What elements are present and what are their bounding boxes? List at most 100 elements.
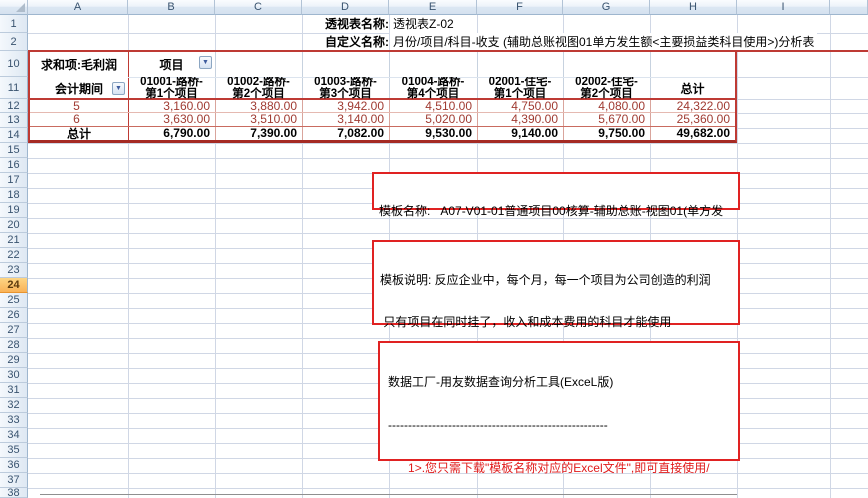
row-header-22[interactable]: 22 <box>0 248 28 263</box>
header-line: 第3个项目 <box>319 88 371 99</box>
pivot-grand-total-header[interactable]: 总计 <box>650 77 735 99</box>
row-header-35[interactable]: 35 <box>0 443 28 458</box>
row-header-16[interactable]: 16 <box>0 158 28 173</box>
row-header-10[interactable]: 10 <box>0 51 28 77</box>
column-header-d[interactable]: D <box>302 0 389 15</box>
row-header-2[interactable]: 2 <box>0 33 28 51</box>
template-name-textbox[interactable]: 模板名称: A07-V01-01普通项目00核算-辅助总账-视图01(单方发 生… <box>372 172 740 210</box>
value-cell[interactable]: 5,020.00 <box>389 112 477 126</box>
pivot-col-header[interactable]: 01003-路桥-第3个项目 <box>302 77 389 99</box>
row-header-25[interactable]: 25 <box>0 293 28 308</box>
row-total-cell[interactable]: 25,360.00 <box>650 112 735 126</box>
value-cell[interactable]: 4,750.00 <box>477 99 563 112</box>
header-line: 第2个项目 <box>580 88 632 99</box>
row-header-17[interactable]: 17 <box>0 173 28 188</box>
row-header-29[interactable]: 29 <box>0 353 28 368</box>
value-cell[interactable]: 4,390.00 <box>477 112 563 126</box>
grand-total-row-label[interactable]: 总计 <box>30 126 128 140</box>
empty-cell[interactable] <box>650 52 735 77</box>
total-cell[interactable]: 9,750.00 <box>563 126 650 140</box>
column-header-f[interactable]: F <box>477 0 563 15</box>
period-cell[interactable]: 6 <box>30 112 128 126</box>
header-line: 01004-路桥- <box>402 77 465 88</box>
row-field-filter-button[interactable]: ▼ <box>112 82 125 95</box>
empty-cell[interactable] <box>215 52 302 77</box>
empty-cell[interactable] <box>389 52 477 77</box>
header-line: 01001-路桥- <box>140 77 203 88</box>
row-header-32[interactable]: 32 <box>0 398 28 413</box>
value-cell[interactable]: 4,510.00 <box>389 99 477 112</box>
empty-cell[interactable] <box>302 52 389 77</box>
column-field-filter-button[interactable]: ▼ <box>199 56 212 69</box>
custom-name-value[interactable]: 月份/项目/科目-收支 (辅助总账视图01单方发生额<主要损益类科目使用>)分析… <box>390 33 817 51</box>
excel-spreadsheet: A B C D E F G H I 1 2 10 11 12 13 14 15 … <box>0 0 868 498</box>
note-line: 模板名称: A07-V01-01普通项目00核算-辅助总账-视图01(单方发 <box>379 204 733 219</box>
select-all-corner[interactable] <box>0 0 28 15</box>
value-cell[interactable]: 5,670.00 <box>563 112 650 126</box>
row-header-36[interactable]: 36 <box>0 458 28 473</box>
row-header-14[interactable]: 14 <box>0 128 28 143</box>
value-cell[interactable]: 3,510.00 <box>215 112 302 126</box>
pivot-col-header[interactable]: 01001-路桥-第1个项目 <box>128 77 215 99</box>
total-cell[interactable]: 9,140.00 <box>477 126 563 140</box>
row-header-19[interactable]: 19 <box>0 203 28 218</box>
column-header-i[interactable]: I <box>737 0 830 15</box>
column-header-b[interactable]: B <box>128 0 215 15</box>
total-cell[interactable]: 7,082.00 <box>302 126 389 140</box>
value-cell[interactable]: 3,630.00 <box>128 112 215 126</box>
row-header-31[interactable]: 31 <box>0 383 28 398</box>
pivot-col-header[interactable]: 02002-住宅-第2个项目 <box>563 77 650 99</box>
template-description-textbox[interactable]: 模板说明: 反应企业中，每个月，每一个项目为公司创造的利润 只有项目在同时挂了，… <box>372 240 740 325</box>
total-cell[interactable]: 6,790.00 <box>128 126 215 140</box>
row-header-34[interactable]: 34 <box>0 428 28 443</box>
row-header-30[interactable]: 30 <box>0 368 28 383</box>
row-header-26[interactable]: 26 <box>0 308 28 323</box>
column-header-partial[interactable] <box>830 0 868 15</box>
column-header-a[interactable]: A <box>28 0 128 15</box>
pivot-name-value[interactable]: 透视表Z-02 <box>390 15 457 33</box>
column-header-e[interactable]: E <box>389 0 477 15</box>
column-header-c[interactable]: C <box>215 0 302 15</box>
row-header-20[interactable]: 20 <box>0 218 28 233</box>
value-cell[interactable]: 3,880.00 <box>215 99 302 112</box>
select-all-triangle-icon <box>16 3 25 12</box>
row-header-18[interactable]: 18 <box>0 188 28 203</box>
note-divider-line: ----------------------------------------… <box>388 418 730 433</box>
value-cell[interactable]: 3,160.00 <box>128 99 215 112</box>
value-cell[interactable]: 4,080.00 <box>563 99 650 112</box>
row-header-12[interactable]: 12 <box>0 99 28 113</box>
grand-total-cell[interactable]: 49,682.00 <box>650 126 735 140</box>
row-header-23[interactable]: 23 <box>0 263 28 278</box>
pivot-col-header[interactable]: 01004-路桥-第4个项目 <box>389 77 477 99</box>
value-cell[interactable]: 3,140.00 <box>302 112 389 126</box>
header-line: 02002-住宅- <box>575 77 638 88</box>
note-line-red: 1>.您只需下载"模板名称对应的Excel文件",即可直接使用/ <box>388 461 730 476</box>
row-header-15[interactable]: 15 <box>0 143 28 158</box>
row-header-38[interactable]: 38 <box>0 488 28 498</box>
row-header-33[interactable]: 33 <box>0 413 28 428</box>
tool-info-textbox[interactable]: 数据工厂-用友数据查询分析工具(ExceL版) ----------------… <box>378 341 740 461</box>
total-cell[interactable]: 9,530.00 <box>389 126 477 140</box>
row-header-21[interactable]: 21 <box>0 233 28 248</box>
row-header-28[interactable]: 28 <box>0 338 28 353</box>
header-line: 01002-路桥- <box>227 77 290 88</box>
column-header-h[interactable]: H <box>650 0 737 15</box>
total-cell[interactable]: 7,390.00 <box>215 126 302 140</box>
pivot-measure-cell[interactable]: 求和项:毛利润 <box>30 52 128 77</box>
header-line: 第4个项目 <box>407 88 459 99</box>
empty-cell[interactable] <box>563 52 650 77</box>
row-header-24-selected[interactable]: 24 <box>0 278 28 293</box>
empty-cell[interactable] <box>477 52 563 77</box>
row-total-cell[interactable]: 24,322.00 <box>650 99 735 112</box>
row-header-27[interactable]: 27 <box>0 323 28 338</box>
sheet-grid[interactable]: 透视表名称: 透视表Z-02 自定义名称: 月份/项目/科目-收支 (辅助总账视… <box>28 15 868 498</box>
row-header-1[interactable]: 1 <box>0 15 28 33</box>
row-header-13[interactable]: 13 <box>0 113 28 128</box>
row-header-11[interactable]: 11 <box>0 77 28 99</box>
period-cell[interactable]: 5 <box>30 99 128 112</box>
column-header-g[interactable]: G <box>563 0 650 15</box>
value-cell[interactable]: 3,942.00 <box>302 99 389 112</box>
pivot-col-header[interactable]: 01002-路桥-第2个项目 <box>215 77 302 99</box>
pivot-table[interactable]: 求和项:毛利润 项目 会计期间 01001-路桥-第1个项目 01002-路桥-… <box>28 52 737 143</box>
pivot-col-header[interactable]: 02001-住宅-第1个项目 <box>477 77 563 99</box>
